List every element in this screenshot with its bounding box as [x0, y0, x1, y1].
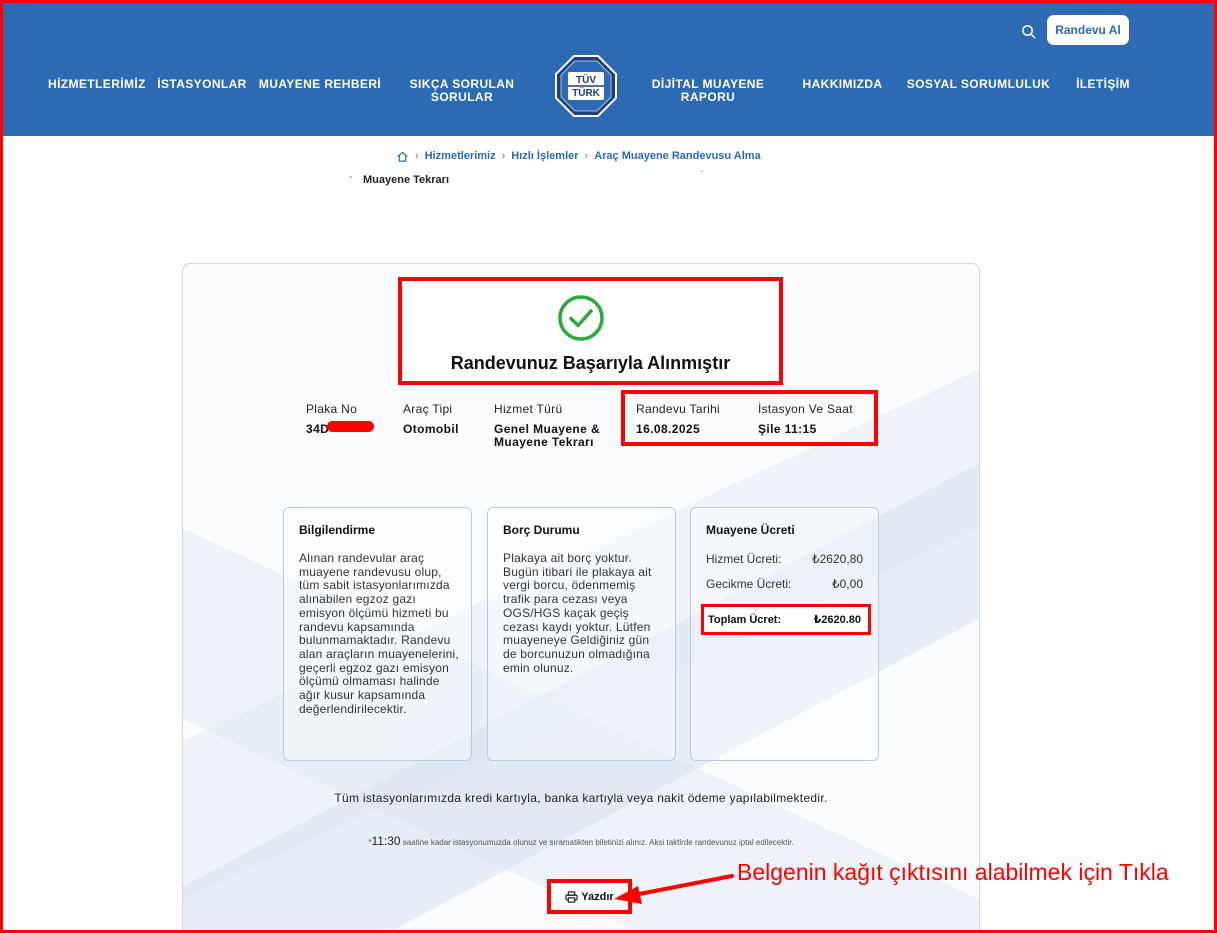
fee-card-title: Muayene Ücreti — [706, 523, 795, 537]
info-card-text: Alınan randevular araç muayene randevusu… — [299, 551, 459, 716]
breadcrumb-separator: › — [415, 150, 419, 162]
fee-label: Hizmet Ücreti: — [706, 552, 782, 566]
info-card-title: Bilgilendirme — [299, 523, 376, 537]
nav-item-istasyonlar[interactable]: İSTASYONLAR — [157, 78, 247, 91]
background-service-text: Muayene Tekrarı — [363, 174, 450, 186]
fee-label: Gecikme Ücreti: — [706, 577, 792, 591]
logo-text-turk: TÜRK — [572, 86, 601, 99]
detail-label: Araç Tipi — [403, 402, 453, 416]
nav-item-sikca-sorulan-sorular[interactable]: SIKÇA SORULAN SORULAR — [401, 78, 523, 104]
debt-card: Borç Durumu Plakaya ait borç yoktur. Bug… — [487, 507, 676, 761]
payment-note: Tüm istasyonlarımızda kredi kartıyla, ba… — [334, 791, 828, 805]
check-circle-icon — [558, 295, 604, 341]
detail-value: Otomobil — [403, 422, 459, 436]
detail-randevu-tarihi: Randevu Tarihi 16.08.2025 — [636, 402, 720, 436]
print-label: Yazdır — [581, 890, 614, 903]
detail-value: Genel Muayene & Muayene Tekrarı — [494, 422, 601, 449]
breadcrumb-hizli-islemler[interactable]: Hızlı İşlemler — [511, 150, 578, 162]
background-glyph: ` — [700, 170, 704, 181]
detail-value: 16.08.2025 — [636, 422, 701, 436]
logo-text-tuv: TÜV — [576, 73, 596, 86]
nav-item-hakkimizda[interactable]: HAKKIMIZDA — [800, 78, 885, 91]
info-card: Bilgilendirme Alınan randevular araç mua… — [283, 507, 472, 761]
breadcrumb-separator: › — [501, 150, 506, 162]
home-icon — [397, 151, 408, 162]
printer-icon — [565, 890, 578, 903]
success-title: Randevunuz Başarıyla Alınmıştır — [450, 353, 731, 373]
time-note-time: 11:30 — [371, 834, 401, 848]
tuv-turk-logo[interactable]: TÜV TÜRK — [554, 54, 618, 118]
arrow-icon — [614, 874, 734, 904]
breadcrumb-randevu-alma[interactable]: Araç Muayene Randevusu Alma — [594, 150, 760, 162]
fee-row-delay: Gecikme Ücreti: ₺0,00 — [706, 577, 863, 591]
annotation-text: Belgenin kağıt çıktısını alabilmek için … — [737, 859, 1169, 885]
detail-label: Plaka No — [306, 402, 358, 416]
search-button[interactable] — [1017, 20, 1039, 42]
detail-arac-tipi: Araç Tipi Otomobil — [403, 402, 459, 436]
debt-card-text: Plakaya ait borç yoktur. Bugün itibari i… — [503, 551, 652, 675]
time-note-text: saatine kadar istasyonumuzda olunuz ve s… — [400, 838, 794, 847]
detail-hizmet-turu: Hizmet Türü Genel Muayene & Muayene Tekr… — [494, 402, 604, 449]
total-fee-label: Toplam Ücret: — [708, 613, 782, 626]
total-fee-highlight: Toplam Ücret: ₺2620.80 — [701, 604, 871, 635]
detail-label: Randevu Tarihi — [636, 402, 721, 416]
randevu-al-button[interactable]: Randevu Al — [1047, 15, 1129, 45]
nav-item-dijital-muayene-raporu[interactable]: DİJİTAL MUAYENE RAPORU — [643, 78, 773, 104]
nav-item-sosyal-sorumluluk[interactable]: SOSYAL SORUMLULUK — [906, 78, 1051, 91]
breadcrumb-home[interactable] — [396, 150, 409, 163]
nav-item-hizmetlerimiz[interactable]: HİZMETLERİMİZ — [48, 78, 145, 91]
site-header: Randevu Al HİZMETLERİMİZ İSTASYONLAR MUA… — [3, 3, 1214, 136]
nav-item-iletisim[interactable]: İLETİŞİM — [1071, 78, 1135, 91]
search-icon — [1021, 24, 1035, 38]
detail-label: İstasyon Ve Saat — [758, 402, 853, 416]
redaction-mark — [327, 421, 374, 432]
debt-card-title: Borç Durumu — [503, 523, 580, 537]
fee-row-service: Hizmet Ücreti: ₺2620,80 — [706, 552, 863, 566]
total-fee-value: ₺2620.80 — [813, 614, 861, 626]
nav-item-muayene-rehberi[interactable]: MUAYENE REHBERİ — [258, 78, 382, 91]
breadcrumb-hizmetlerimiz[interactable]: Hizmetlerimiz — [425, 150, 496, 162]
detail-label: Hizmet Türü — [494, 402, 563, 416]
success-highlight: Randevunuz Başarıyla Alınmıştır — [398, 277, 783, 385]
time-note: *11:30 saatine kadar istasyonumuzda olun… — [182, 834, 980, 848]
breadcrumb: › Hizmetlerimiz › Hızlı İşlemler › Araç … — [396, 148, 761, 164]
fee-value: ₺2620,80 — [811, 552, 863, 566]
breadcrumb-separator: › — [584, 150, 589, 162]
background-glyph: - — [349, 172, 353, 183]
fee-value: ₺0,00 — [832, 577, 863, 591]
detail-istasyon-saat: İstasyon Ve Saat Şile 11:15 — [758, 402, 853, 436]
detail-value: Şile 11:15 — [758, 422, 817, 436]
